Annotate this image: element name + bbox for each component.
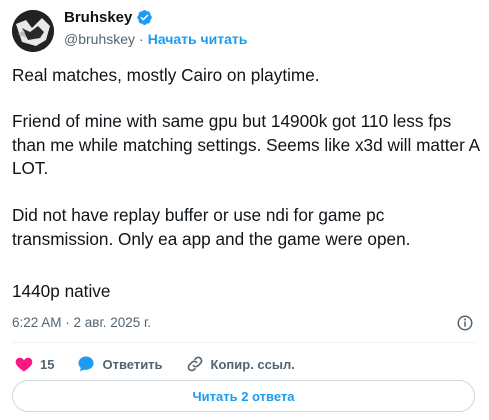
author-handle-row: @bruhskey · Начать читать: [64, 31, 247, 47]
info-icon[interactable]: [456, 314, 474, 332]
heart-icon: [14, 354, 34, 374]
handle-separator: ·: [139, 31, 144, 47]
reply-bubble-icon: [76, 354, 96, 374]
tweet-paragraph: Friend of mine with same gpu but 14900k …: [12, 111, 480, 178]
action-bar: 15 Ответить Копир. ссыл.: [14, 354, 317, 374]
divider: [12, 342, 477, 343]
copy-link-button[interactable]: Копир. ссыл.: [185, 354, 295, 374]
reply-button[interactable]: Ответить: [76, 354, 163, 374]
follow-button[interactable]: Начать читать: [148, 31, 248, 47]
tweet-timestamp[interactable]: 6:22 AM · 2 авг. 2025 г.: [12, 315, 151, 330]
like-button[interactable]: 15: [14, 354, 54, 374]
reply-label: Ответить: [102, 356, 163, 372]
tweet-paragraph: Did not have replay buffer or use ndi fo…: [12, 205, 411, 249]
link-icon: [185, 354, 205, 374]
author-name-row: Bruhskey: [64, 9, 153, 26]
author-avatar[interactable]: [12, 10, 54, 52]
tweet-paragraph: 1440p native: [12, 281, 111, 301]
like-count: 15: [40, 356, 55, 372]
read-replies-button[interactable]: Читать 2 ответа: [12, 380, 475, 412]
author-handle[interactable]: @bruhskey: [64, 31, 135, 47]
verified-badge-icon: [136, 9, 153, 26]
copy-link-label: Копир. ссыл.: [210, 356, 295, 372]
tweet-paragraph: Real matches, mostly Cairo on playtime.: [12, 65, 320, 85]
author-name[interactable]: Bruhskey: [64, 9, 132, 26]
